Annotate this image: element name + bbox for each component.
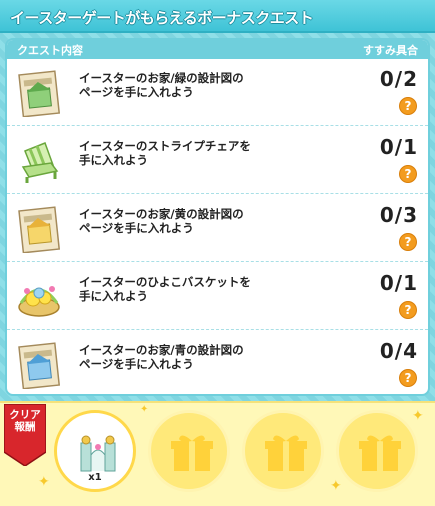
help-button[interactable]: ? bbox=[399, 97, 417, 115]
clear-reward-label: クリア 報酬 bbox=[9, 409, 41, 433]
column-header-progress: すすみ具合 bbox=[363, 44, 418, 57]
reward-slot-4[interactable] bbox=[336, 410, 418, 492]
quest-progress: 0/1 bbox=[379, 135, 418, 159]
reward-slot-1[interactable]: x1 bbox=[54, 410, 136, 492]
sparkle-icon: ✦ bbox=[140, 404, 149, 415]
quest-row: イースターのお家/緑の設計図の ページを手に入れよう 0/2 ? bbox=[7, 59, 428, 126]
title-bar: イースターゲートがもらえるボーナスクエスト bbox=[0, 0, 435, 33]
quest-panel: クエスト内容 すすみ具合 イースターのお家/緑の設計図の ページを手に入れよう … bbox=[5, 38, 430, 396]
blueprint-yellow-icon bbox=[18, 206, 61, 253]
gift-box-icon bbox=[265, 435, 307, 471]
quest-description: イースターのひよこバスケットを 手に入れよう bbox=[79, 275, 251, 303]
gift-box-icon bbox=[171, 435, 213, 471]
help-button[interactable]: ? bbox=[399, 233, 417, 251]
chick-basket-icon bbox=[18, 286, 60, 317]
reward-slot-3[interactable] bbox=[242, 410, 324, 492]
quest-description: イースターのストライプチェアを 手に入れよう bbox=[79, 139, 251, 167]
sparkle-icon: ✦ bbox=[330, 478, 342, 494]
quest-progress: 0/4 bbox=[379, 339, 418, 363]
quest-description: イースターのお家/緑の設計図の ページを手に入れよう bbox=[79, 71, 244, 99]
sparkle-icon: ✦ bbox=[38, 474, 50, 490]
quest-table-header: クエスト内容 すすみ具合 bbox=[7, 40, 428, 59]
quest-row: イースターのひよこバスケットを 手に入れよう 0/1 ? bbox=[7, 263, 428, 330]
reward-quantity: x1 bbox=[88, 472, 102, 483]
window-title: イースターゲートがもらえるボーナスクエスト bbox=[10, 9, 314, 27]
quest-row: イースターのストライプチェアを 手に入れよう 0/1 ? bbox=[7, 127, 428, 194]
reward-slot-2[interactable] bbox=[148, 410, 230, 492]
blueprint-blue-icon bbox=[18, 342, 61, 389]
help-button[interactable]: ? bbox=[399, 165, 417, 183]
help-button[interactable]: ? bbox=[399, 369, 417, 387]
gift-box-icon bbox=[359, 435, 401, 471]
easter-gate-icon bbox=[80, 435, 116, 472]
sparkle-icon: ✦ bbox=[412, 408, 424, 424]
striped-chair-icon bbox=[21, 142, 59, 183]
quest-row: イースターのお家/青の設計図の ページを手に入れよう 0/4 ? bbox=[7, 331, 428, 394]
quest-progress: 0/1 bbox=[379, 271, 418, 295]
quest-description: イースターのお家/青の設計図の ページを手に入れよう bbox=[79, 343, 244, 371]
quest-row: イースターのお家/黄の設計図の ページを手に入れよう 0/3 ? bbox=[7, 195, 428, 262]
column-header-content: クエスト内容 bbox=[17, 44, 83, 57]
quest-progress: 0/3 bbox=[379, 203, 418, 227]
blueprint-green-icon bbox=[18, 70, 61, 117]
quest-description: イースターのお家/黄の設計図の ページを手に入れよう bbox=[79, 207, 244, 235]
quest-progress: 0/2 bbox=[379, 67, 418, 91]
help-button[interactable]: ? bbox=[399, 301, 417, 319]
